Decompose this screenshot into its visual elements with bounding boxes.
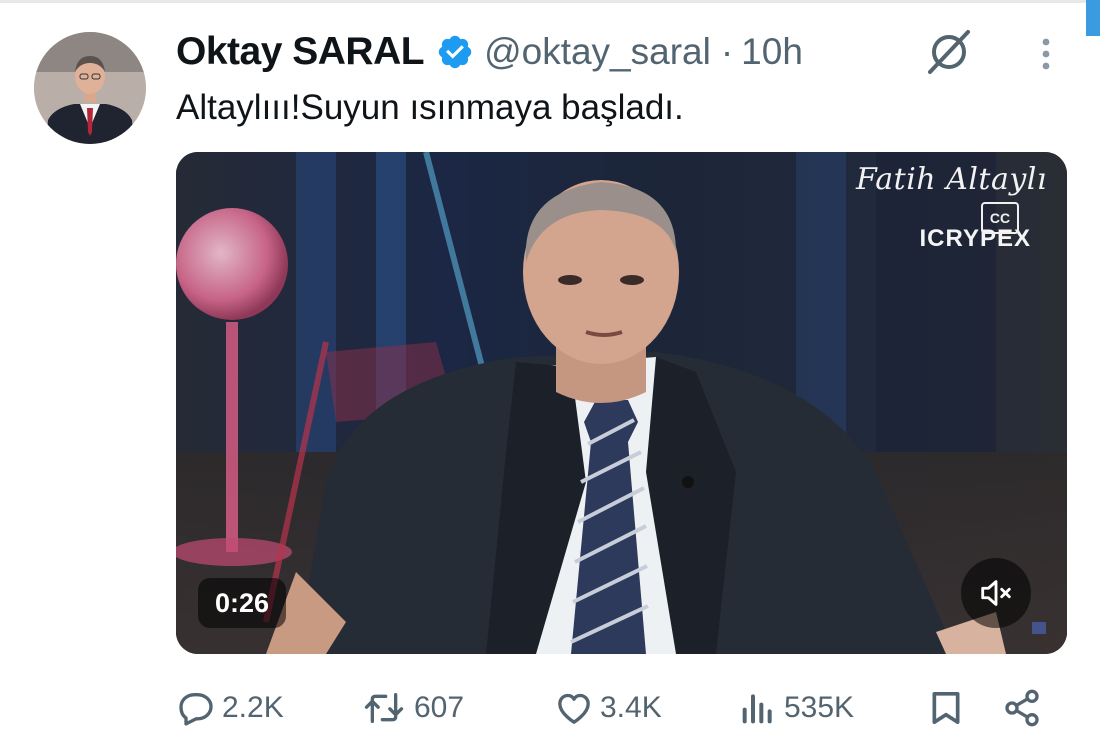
like-button[interactable]: 3.4K — [554, 680, 662, 736]
verified-badge-icon — [436, 33, 474, 71]
reply-button[interactable]: 2.2K — [176, 680, 284, 736]
video-player[interactable]: Fatih Altaylı ICRYPEX CC 0:26 — [176, 152, 1067, 654]
author-handle[interactable]: @oktay_saral — [484, 31, 711, 73]
tweet-header: Oktay SARAL @oktay_saral · 10h — [176, 26, 803, 78]
retweet-count: 607 — [414, 691, 465, 724]
bookmark-button[interactable] — [926, 680, 972, 736]
top-divider — [0, 0, 1100, 3]
reply-count: 2.2K — [222, 691, 284, 724]
edge-indicator — [1086, 0, 1100, 36]
view-count: 535K — [784, 691, 855, 724]
reply-icon — [179, 693, 213, 726]
tweet-text: Altaylııı!Suyun ısınmaya başladı. — [176, 88, 684, 127]
separator-dot: · — [720, 31, 734, 72]
video-watermark-name: Fatih Altaylı — [855, 162, 1047, 197]
video-duration: 0:26 — [198, 578, 286, 628]
more-icon[interactable] — [1026, 36, 1066, 76]
share-icon — [1005, 689, 1039, 727]
retweet-icon — [364, 693, 404, 723]
views-icon — [742, 694, 772, 724]
author-name[interactable]: Oktay SARAL — [176, 30, 425, 74]
bookmark-icon — [932, 692, 960, 724]
avatar[interactable] — [34, 32, 146, 144]
heart-icon — [558, 693, 590, 724]
views-button[interactable]: 535K — [738, 680, 854, 736]
grok-icon[interactable] — [922, 26, 976, 78]
action-bar: 2.2K 607 3.4K 535K — [0, 680, 1100, 736]
timestamp[interactable]: 10h — [741, 31, 803, 73]
captions-badge[interactable]: CC — [981, 202, 1019, 234]
volume-muted-icon[interactable] — [961, 558, 1031, 628]
share-button[interactable] — [1002, 680, 1048, 736]
like-count: 3.4K — [600, 691, 662, 724]
retweet-button[interactable]: 607 — [360, 680, 464, 736]
